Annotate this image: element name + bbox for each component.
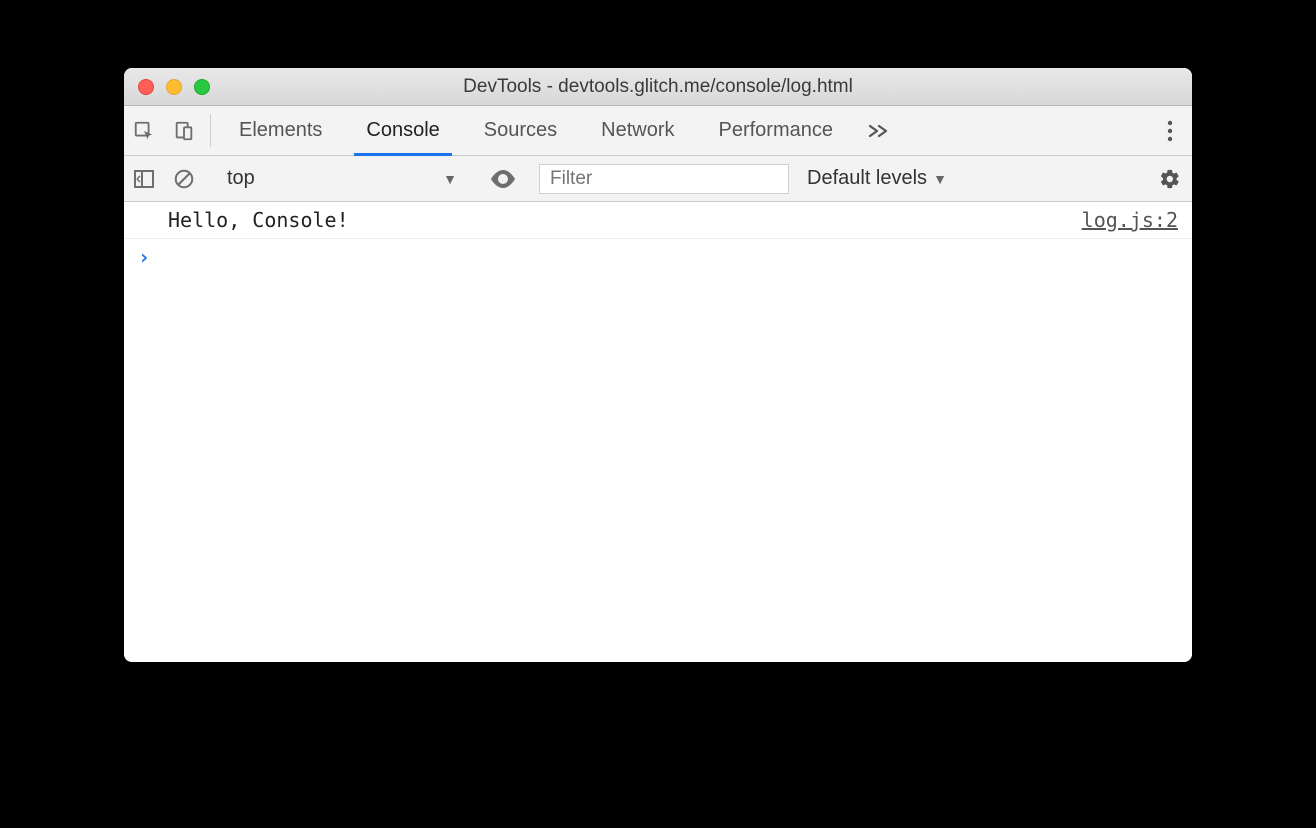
- context-label: top: [227, 167, 255, 190]
- panel-tabs: Elements Console Sources Network Perform…: [217, 106, 855, 155]
- settings-menu-icon[interactable]: [1148, 120, 1192, 142]
- filter-input[interactable]: [539, 164, 789, 194]
- more-tabs-button[interactable]: [855, 106, 901, 155]
- close-window-button[interactable]: [138, 79, 154, 95]
- prompt-caret-icon: ›: [138, 245, 150, 269]
- tab-sources[interactable]: Sources: [462, 106, 579, 155]
- device-toolbar-icon[interactable]: [164, 106, 204, 155]
- tab-performance[interactable]: Performance: [697, 106, 856, 155]
- levels-label: Default levels: [807, 167, 927, 190]
- traffic-lights: [124, 79, 210, 95]
- execution-context-select[interactable]: top ▼: [217, 167, 467, 190]
- window-title: DevTools - devtools.glitch.me/console/lo…: [124, 76, 1192, 98]
- chevron-down-icon: ▼: [933, 171, 947, 187]
- divider: [210, 114, 211, 147]
- titlebar: DevTools - devtools.glitch.me/console/lo…: [124, 68, 1192, 106]
- chevron-down-icon: ▼: [443, 171, 457, 187]
- console-output: Hello, Console! log.js:2 ›: [124, 202, 1192, 662]
- maximize-window-button[interactable]: [194, 79, 210, 95]
- log-message: Hello, Console!: [138, 208, 1082, 232]
- console-sidebar-toggle-icon[interactable]: [124, 169, 164, 189]
- tabbar: Elements Console Sources Network Perform…: [124, 106, 1192, 156]
- live-expression-icon[interactable]: [480, 170, 526, 188]
- minimize-window-button[interactable]: [166, 79, 182, 95]
- devtools-window: DevTools - devtools.glitch.me/console/lo…: [124, 68, 1192, 662]
- clear-console-icon[interactable]: [164, 168, 204, 190]
- inspect-element-icon[interactable]: [124, 106, 164, 155]
- console-settings-icon[interactable]: [1148, 168, 1192, 190]
- tab-console[interactable]: Console: [344, 106, 461, 155]
- tab-elements[interactable]: Elements: [217, 106, 344, 155]
- log-levels-select[interactable]: Default levels ▼: [807, 167, 947, 190]
- tab-network[interactable]: Network: [579, 106, 696, 155]
- log-source-link[interactable]: log.js:2: [1082, 208, 1178, 232]
- console-prompt[interactable]: ›: [124, 239, 1192, 275]
- console-toolbar: top ▼ Default levels ▼: [124, 156, 1192, 202]
- log-entry: Hello, Console! log.js:2: [124, 202, 1192, 239]
